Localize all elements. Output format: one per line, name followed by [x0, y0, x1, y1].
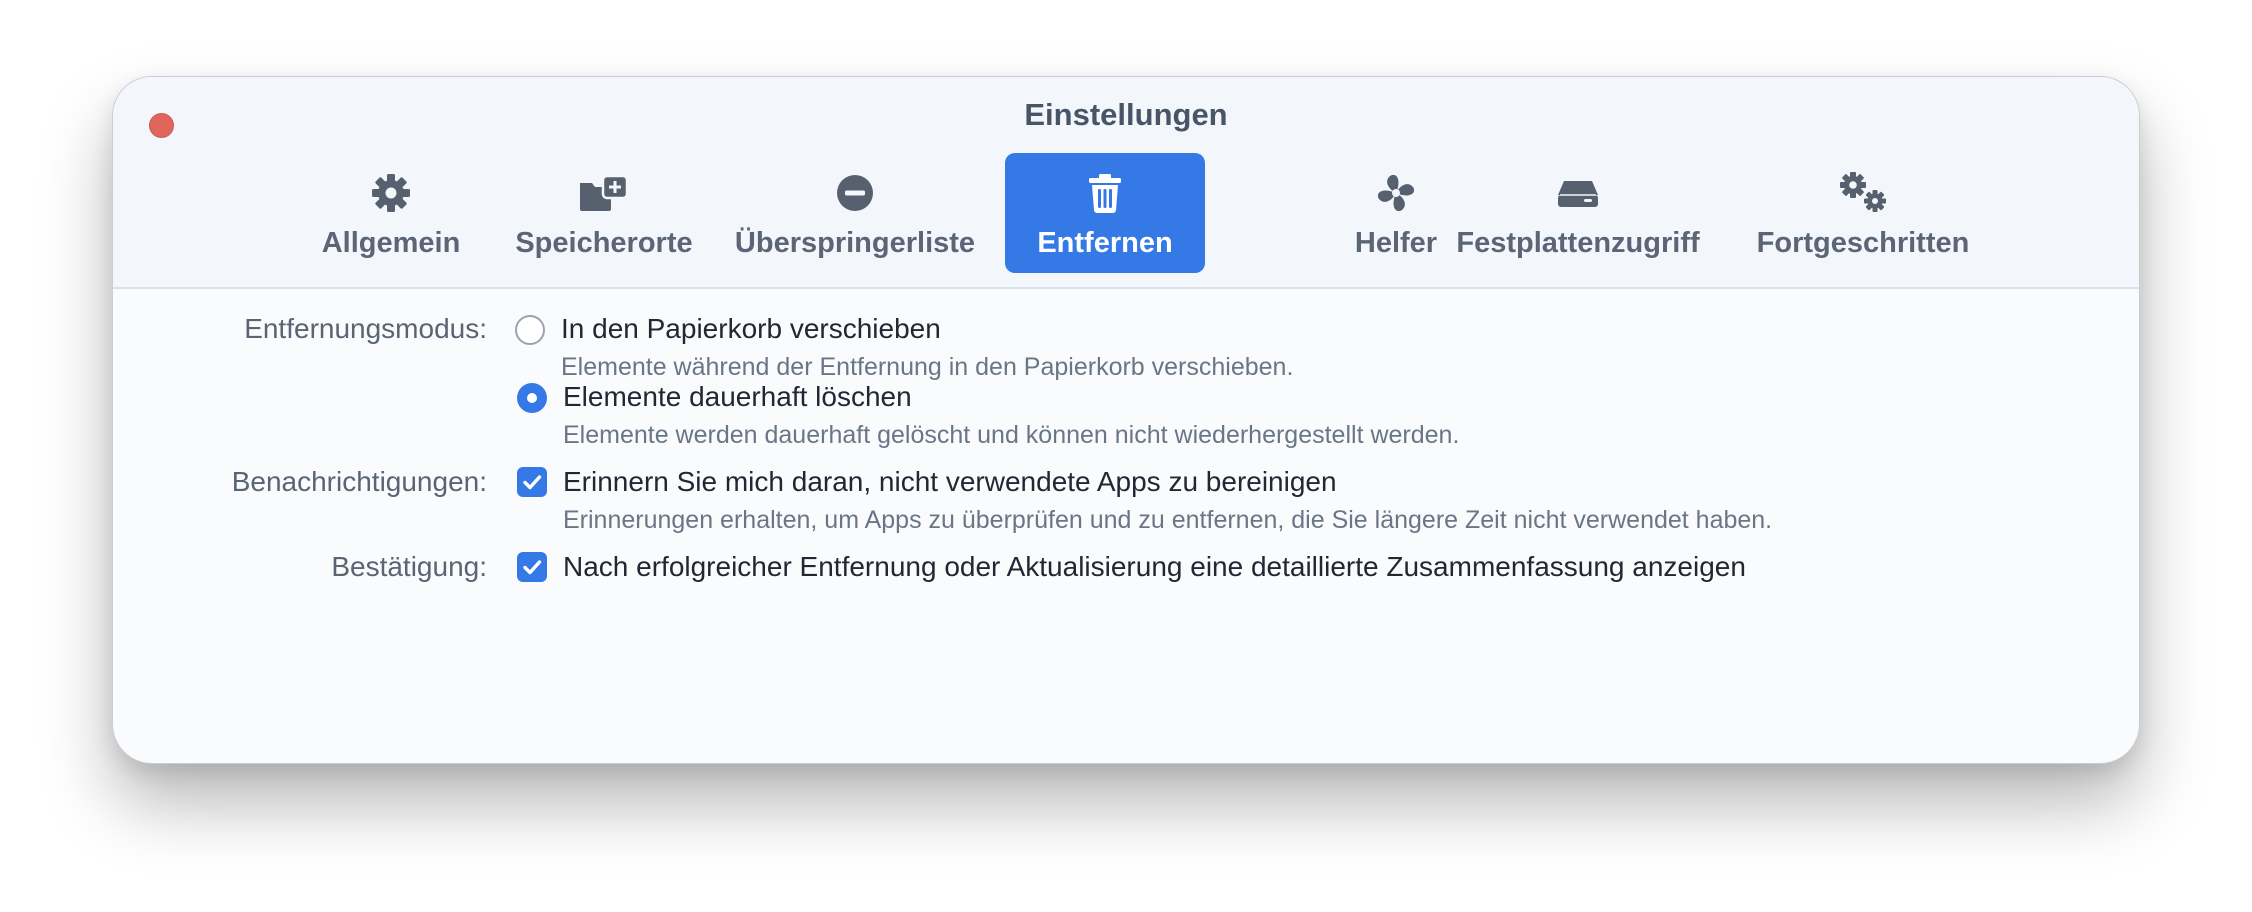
notifications-label: Benachrichtigungen:	[231, 466, 487, 497]
show-summary-label[interactable]: Nach erfolgreicher Entfernung oder Aktua…	[563, 551, 1746, 583]
trash-icon	[1005, 171, 1205, 215]
tab-label: Entfernen	[1037, 227, 1173, 259]
checkmark-icon	[523, 560, 542, 575]
minus-circle-icon	[727, 171, 983, 215]
disk-icon	[1433, 171, 1723, 215]
tab-speicherorte[interactable]: Speicherorte	[501, 153, 707, 273]
tab-label: Speicherorte	[515, 227, 693, 259]
radio-delete-permanently[interactable]	[517, 383, 547, 413]
tab-fortgeschritten[interactable]: Fortgeschritten	[1737, 153, 1989, 273]
option-delete-permanently-label[interactable]: Elemente dauerhaft löschen	[563, 381, 912, 413]
tab-label: Festplattenzugriff	[1456, 227, 1700, 259]
cleanup-reminder-description: Erinnerungen erhalten, um Apps zu überpr…	[563, 506, 1773, 534]
tab-ueberspringerliste[interactable]: Überspringerliste	[727, 153, 983, 273]
folder-add-icon	[501, 171, 707, 215]
tab-label: Allgemein	[321, 227, 461, 259]
removal-settings-panel: Entfernungsmodus: In den Papierkorb vers…	[113, 291, 2139, 763]
tab-entfernen[interactable]: Entfernen	[1005, 153, 1205, 273]
radio-move-to-trash[interactable]	[515, 315, 545, 345]
window-title: Einstellungen	[1024, 97, 1228, 132]
tab-label: Überspringerliste	[734, 227, 976, 259]
checkmark-icon	[523, 475, 542, 490]
option-move-to-trash-description: Elemente während der Entfernung in den P…	[561, 353, 1294, 381]
checkbox-cleanup-reminder[interactable]	[517, 467, 547, 497]
checkbox-show-summary[interactable]	[517, 552, 547, 582]
tab-label: Fortgeschritten	[1756, 227, 1970, 259]
gear-icon	[299, 171, 483, 215]
toolbar: Einstellungen Allgemein Speicherorte Übe…	[113, 77, 2139, 289]
tab-festplattenzugriff[interactable]: Festplattenzugriff	[1433, 153, 1723, 273]
confirmation-label: Bestätigung:	[331, 551, 487, 582]
option-delete-permanently-description: Elemente werden dauerhaft gelöscht und k…	[563, 421, 1460, 449]
cleanup-reminder-label[interactable]: Erinnern Sie mich daran, nicht verwendet…	[563, 466, 1337, 498]
option-move-to-trash-label[interactable]: In den Papierkorb verschieben	[561, 313, 941, 345]
gears-icon	[1737, 171, 1989, 215]
removal-mode-label: Entfernungsmodus:	[244, 313, 487, 344]
settings-window: Einstellungen Allgemein Speicherorte Übe…	[112, 76, 2140, 764]
tab-allgemein[interactable]: Allgemein	[299, 153, 483, 273]
